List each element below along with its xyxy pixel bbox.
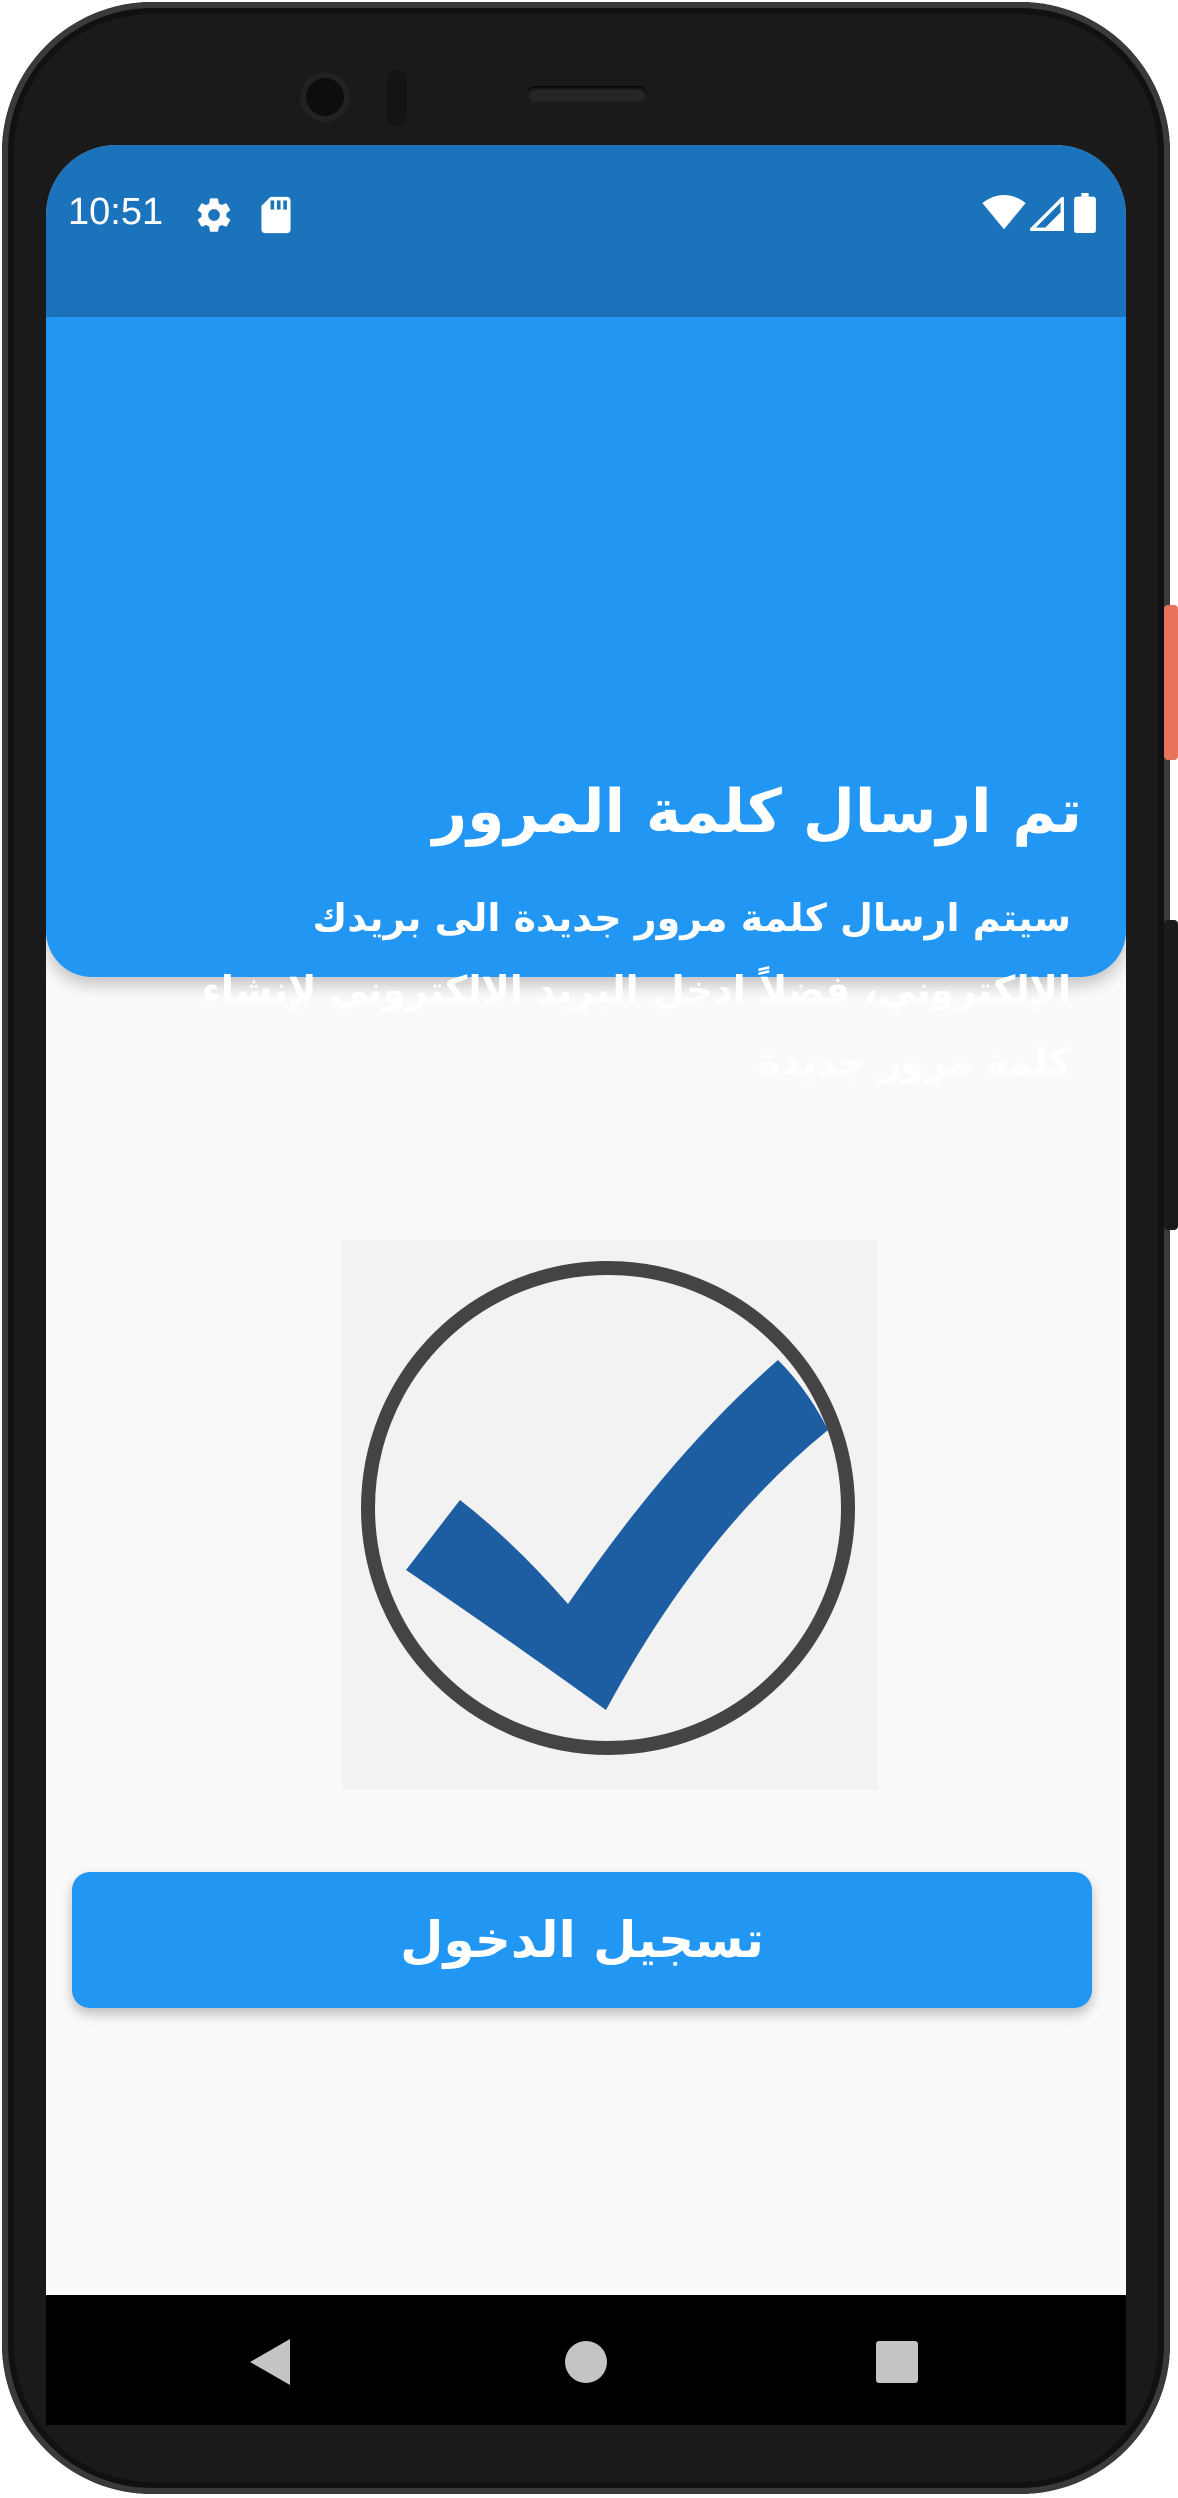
wifi-icon	[982, 195, 1026, 235]
screen: 10:51 تم ارسال كلمة المرور سيتم ارسال كل…	[46, 145, 1126, 2425]
signal-icon	[1027, 194, 1064, 235]
navigation-bar	[46, 2295, 1126, 2425]
page-title: تم ارسال كلمة المرور	[432, 777, 1082, 847]
page-description: سيتم ارسال كلمة مرور جديدة الى بريدك الإ…	[201, 896, 1071, 1084]
success-image	[342, 1240, 878, 1790]
login-button[interactable]: تسجيل الدخول	[72, 1872, 1092, 2008]
sd-card-icon	[258, 195, 294, 239]
battery-icon	[1074, 193, 1096, 237]
status-bar: 10:51	[46, 145, 1126, 317]
header-card: تم ارسال كلمة المرور سيتم ارسال كلمة مرو…	[46, 317, 1126, 1084]
proximity-sensor	[387, 70, 407, 126]
recents-icon[interactable]	[876, 2341, 918, 2387]
earpiece-speaker	[527, 86, 647, 102]
status-time: 10:51	[68, 191, 164, 233]
gear-icon	[194, 195, 234, 239]
home-icon[interactable]	[564, 2340, 608, 2388]
front-camera	[300, 72, 350, 122]
check-circle-icon	[361, 1261, 855, 1755]
back-icon[interactable]	[250, 2339, 290, 2389]
power-button	[1164, 605, 1178, 760]
volume-button	[1164, 920, 1178, 1230]
